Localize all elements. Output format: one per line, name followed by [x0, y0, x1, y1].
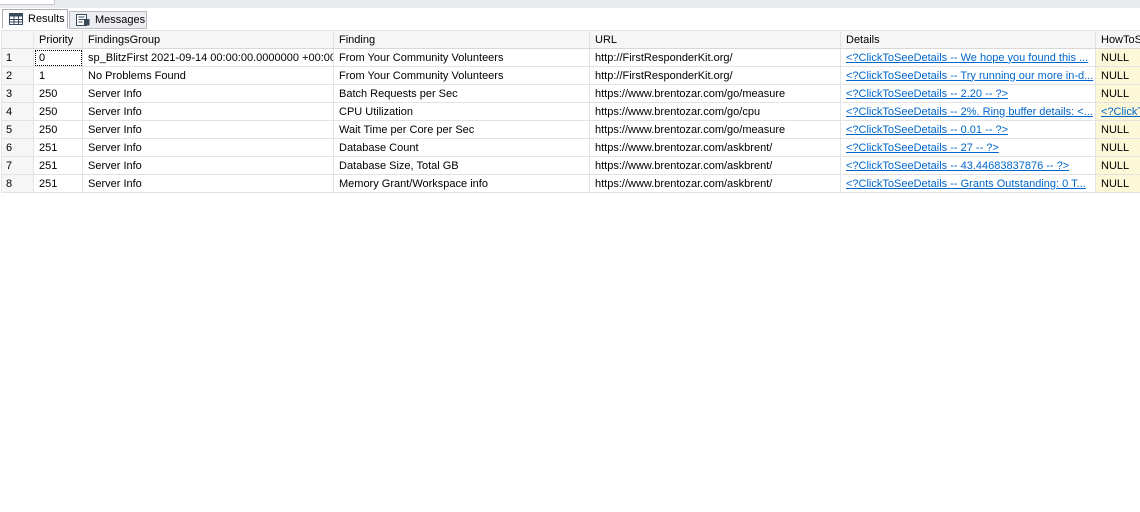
table-row[interactable]: 7 251 Server Info Database Size, Total G…: [1, 156, 1140, 175]
details-link-text[interactable]: <?ClickToSeeDetails -- 0.01 -- ?>: [846, 124, 1008, 136]
cell-details-link[interactable]: <?ClickToSeeDetails -- 2.20 -- ?>: [840, 84, 1096, 103]
cell-findingsgroup[interactable]: Server Info: [82, 174, 334, 193]
cell-details-link[interactable]: <?ClickToSeeDetails -- Try running our m…: [840, 66, 1096, 85]
cell-details-link[interactable]: <?ClickToSeeDetails -- Grants Outstandin…: [840, 174, 1096, 193]
grid-icon: [9, 13, 23, 25]
cell-url[interactable]: https://www.brentozar.com/go/cpu: [589, 102, 841, 121]
results-grid[interactable]: Priority FindingsGroup Finding URL Detai…: [1, 30, 1140, 202]
row-number[interactable]: 5: [1, 120, 34, 139]
row-number[interactable]: 6: [1, 138, 34, 157]
table-row[interactable]: 2 1 No Problems Found From Your Communit…: [1, 66, 1140, 85]
cell-finding[interactable]: Database Size, Total GB: [333, 156, 590, 175]
cell-priority[interactable]: 251: [33, 174, 83, 193]
table-row[interactable]: 4 250 Server Info CPU Utilization https:…: [1, 102, 1140, 121]
cell-url[interactable]: http://FirstResponderKit.org/: [589, 48, 841, 67]
results-table: Priority FindingsGroup Finding URL Detai…: [1, 30, 1140, 193]
cell-howtostopit[interactable]: NULL: [1095, 66, 1140, 85]
header-row: Priority FindingsGroup Finding URL Detai…: [1, 30, 1140, 49]
cell-priority[interactable]: 251: [33, 138, 83, 157]
cell-finding[interactable]: Database Count: [333, 138, 590, 157]
table-row[interactable]: 8 251 Server Info Memory Grant/Workspace…: [1, 174, 1140, 193]
cell-finding[interactable]: Wait Time per Core per Sec: [333, 120, 590, 139]
cell-findingsgroup[interactable]: Server Info: [82, 84, 334, 103]
howtostopit-link-text[interactable]: <?ClickT: [1101, 106, 1140, 118]
cell-finding[interactable]: Batch Requests per Sec: [333, 84, 590, 103]
cell-url[interactable]: https://www.brentozar.com/askbrent/: [589, 138, 841, 157]
cell-priority[interactable]: 1: [33, 66, 83, 85]
messages-icon: [76, 14, 90, 26]
cell-findingsgroup[interactable]: No Problems Found: [82, 66, 334, 85]
row-number[interactable]: 1: [1, 48, 34, 67]
cell-priority[interactable]: 251: [33, 156, 83, 175]
details-link-text[interactable]: <?ClickToSeeDetails -- 43.44683837876 --…: [846, 160, 1069, 172]
table-row[interactable]: 3 250 Server Info Batch Requests per Sec…: [1, 84, 1140, 103]
column-header-howtostopit[interactable]: HowToS: [1095, 30, 1140, 49]
column-header-finding[interactable]: Finding: [333, 30, 590, 49]
cell-howtostopit[interactable]: NULL: [1095, 84, 1140, 103]
cell-howtostopit[interactable]: NULL: [1095, 120, 1140, 139]
column-header-details[interactable]: Details: [840, 30, 1096, 49]
tab-results-label: Results: [28, 13, 65, 25]
column-header-url[interactable]: URL: [589, 30, 841, 49]
cell-howtostopit-link[interactable]: <?ClickT: [1095, 102, 1140, 121]
row-number[interactable]: 3: [1, 84, 34, 103]
cell-findingsgroup[interactable]: Server Info: [82, 102, 334, 121]
cell-details-link[interactable]: <?ClickToSeeDetails -- We hope you found…: [840, 48, 1096, 67]
row-number[interactable]: 8: [1, 174, 34, 193]
cell-details-link[interactable]: <?ClickToSeeDetails -- 43.44683837876 --…: [840, 156, 1096, 175]
details-link-text[interactable]: <?ClickToSeeDetails -- 2%. Ring buffer d…: [846, 106, 1093, 118]
cell-findingsgroup[interactable]: Server Info: [82, 138, 334, 157]
cell-url[interactable]: https://www.brentozar.com/go/measure: [589, 120, 841, 139]
upper-tab-fragment: [0, 0, 55, 5]
table-row[interactable]: 1 0 sp_BlitzFirst 2021-09-14 00:00:00.00…: [1, 48, 1140, 67]
cell-priority[interactable]: 250: [33, 120, 83, 139]
details-link-text[interactable]: <?ClickToSeeDetails -- Grants Outstandin…: [846, 178, 1086, 190]
cell-url[interactable]: https://www.brentozar.com/askbrent/: [589, 156, 841, 175]
cell-findingsgroup[interactable]: sp_BlitzFirst 2021-09-14 00:00:00.000000…: [82, 48, 334, 67]
cell-url[interactable]: https://www.brentozar.com/go/measure: [589, 84, 841, 103]
details-link-text[interactable]: <?ClickToSeeDetails -- 27 -- ?>: [846, 142, 999, 154]
row-number[interactable]: 2: [1, 66, 34, 85]
cell-howtostopit[interactable]: NULL: [1095, 138, 1140, 157]
cell-findingsgroup[interactable]: Server Info: [82, 156, 334, 175]
table-row[interactable]: 6 251 Server Info Database Count https:/…: [1, 138, 1140, 157]
column-header-findingsgroup[interactable]: FindingsGroup: [82, 30, 334, 49]
cell-finding[interactable]: CPU Utilization: [333, 102, 590, 121]
row-number[interactable]: 4: [1, 102, 34, 121]
cell-url[interactable]: http://FirstResponderKit.org/: [589, 66, 841, 85]
cell-priority[interactable]: 0: [33, 48, 83, 67]
results-tab-bar: Results Messages: [0, 8, 1140, 30]
row-number[interactable]: 7: [1, 156, 34, 175]
cell-finding[interactable]: From Your Community Volunteers: [333, 48, 590, 67]
details-link-text[interactable]: <?ClickToSeeDetails -- We hope you found…: [846, 52, 1088, 64]
cell-details-link[interactable]: <?ClickToSeeDetails -- 0.01 -- ?>: [840, 120, 1096, 139]
select-all-corner[interactable]: [1, 30, 34, 49]
tab-results[interactable]: Results: [2, 9, 68, 29]
cell-finding[interactable]: From Your Community Volunteers: [333, 66, 590, 85]
cell-details-link[interactable]: <?ClickToSeeDetails -- 2%. Ring buffer d…: [840, 102, 1096, 121]
tab-messages-label: Messages: [95, 14, 146, 26]
cell-url[interactable]: https://www.brentozar.com/askbrent/: [589, 174, 841, 193]
details-link-text[interactable]: <?ClickToSeeDetails -- 2.20 -- ?>: [846, 88, 1008, 100]
details-link-text[interactable]: <?ClickToSeeDetails -- Try running our m…: [846, 70, 1093, 82]
cell-priority[interactable]: 250: [33, 102, 83, 121]
cell-priority[interactable]: 250: [33, 84, 83, 103]
column-header-priority[interactable]: Priority: [33, 30, 83, 49]
cell-findingsgroup[interactable]: Server Info: [82, 120, 334, 139]
cell-details-link[interactable]: <?ClickToSeeDetails -- 27 -- ?>: [840, 138, 1096, 157]
cell-finding[interactable]: Memory Grant/Workspace info: [333, 174, 590, 193]
tab-messages[interactable]: Messages: [69, 11, 147, 29]
table-row[interactable]: 5 250 Server Info Wait Time per Core per…: [1, 120, 1140, 139]
cell-howtostopit[interactable]: NULL: [1095, 48, 1140, 67]
cell-howtostopit[interactable]: NULL: [1095, 156, 1140, 175]
cell-howtostopit[interactable]: NULL: [1095, 174, 1140, 193]
